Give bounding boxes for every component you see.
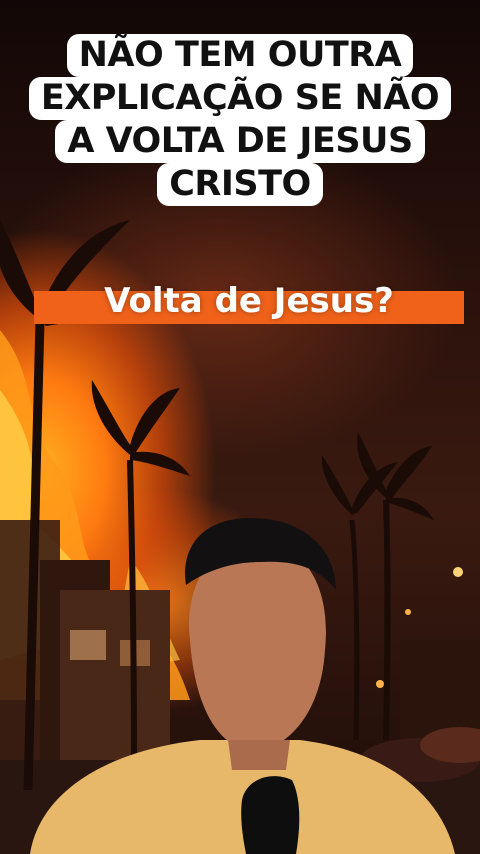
headline-text: Volta de Jesus?	[104, 281, 394, 321]
caption-line: CRISTO	[157, 163, 323, 206]
caption-line: EXPLICAÇÃO SE NÃO	[28, 77, 452, 120]
caption-line: NÃO TEM OUTRA	[66, 34, 414, 77]
caption-overlay: NÃO TEM OUTRA EXPLICAÇÃO SE NÃO A VOLTA …	[0, 34, 480, 206]
headline-banner: Volta de Jesus?	[34, 284, 464, 324]
caption-line: A VOLTA DE JESUS	[55, 120, 425, 163]
